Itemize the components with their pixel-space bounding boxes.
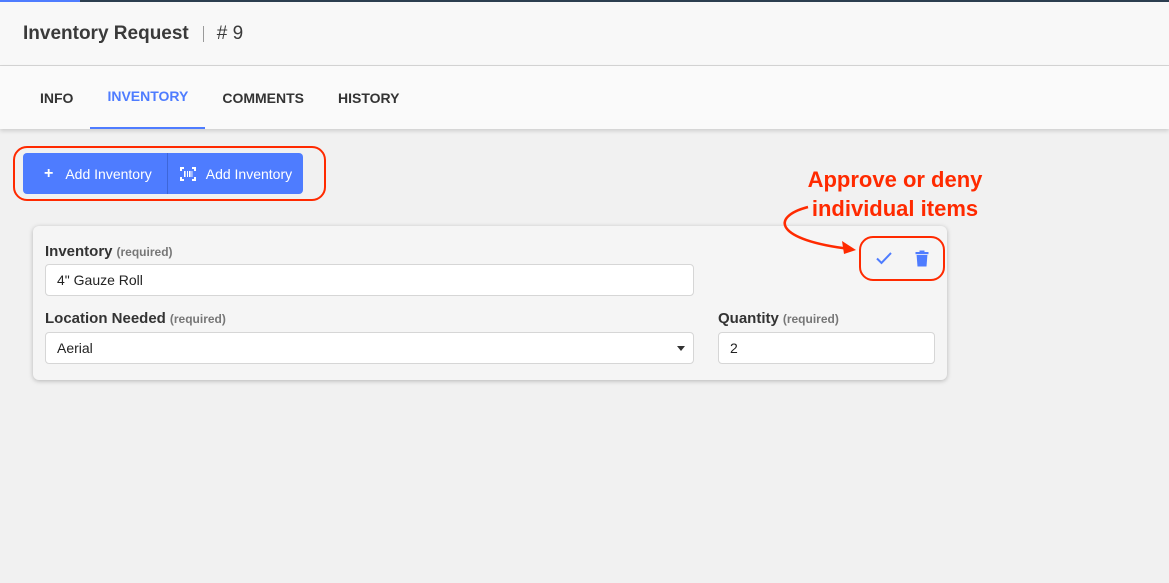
dropdown-caret-icon <box>677 346 685 351</box>
deny-item-button[interactable] <box>909 247 935 269</box>
tab-history[interactable]: HISTORY <box>321 66 416 129</box>
annotation-arrow <box>783 205 856 254</box>
tab-inventory[interactable]: INVENTORY <box>90 66 206 129</box>
request-number: # 9 <box>216 22 244 44</box>
annotation-line-1: Approve or deny <box>807 167 983 192</box>
quantity-label: Quantity (required) <box>718 310 839 327</box>
add-inventory-button-group: + Add Inventory Add Inventory <box>23 153 304 194</box>
title-divider <box>202 25 204 42</box>
add-inventory-button[interactable]: + Add Inventory <box>23 153 168 194</box>
scan-add-inventory-button[interactable]: Add Inventory <box>168 153 303 194</box>
quantity-field-value: 2 <box>730 340 738 356</box>
location-required-note: (required) <box>169 312 226 326</box>
location-select-value: Aerial <box>57 340 93 356</box>
scan-add-inventory-label: Add Inventory <box>205 165 293 182</box>
tab-history-label: HISTORY <box>338 89 400 106</box>
quantity-field[interactable]: 2 <box>718 332 935 364</box>
add-inventory-label: Add Inventory <box>65 165 152 182</box>
tab-comments[interactable]: COMMENTS <box>205 66 321 129</box>
quantity-label-text: Quantity <box>718 310 779 327</box>
tab-info[interactable]: INFO <box>23 66 90 129</box>
location-label: Location Needed (required) <box>45 310 226 327</box>
location-select[interactable]: Aerial <box>45 332 694 364</box>
tab-info-label: INFO <box>40 89 74 106</box>
quantity-required-note: (required) <box>782 312 839 326</box>
page-title: Inventory Request <box>23 22 189 44</box>
plus-icon: + <box>44 164 54 182</box>
inventory-field[interactable]: 4" Gauze Roll <box>45 264 694 296</box>
trash-icon <box>915 250 929 266</box>
barcode-scan-icon <box>179 166 196 181</box>
tab-bar: INFO INVENTORY COMMENTS HISTORY <box>0 66 1169 129</box>
item-actions <box>871 247 935 269</box>
inventory-field-value: 4" Gauze Roll <box>57 272 143 288</box>
page-header: Inventory Request # 9 <box>0 2 1169 66</box>
inventory-required-note: (required) <box>116 245 173 259</box>
tab-comments-label: COMMENTS <box>222 89 305 106</box>
location-label-text: Location Needed <box>45 310 166 327</box>
inventory-label-text: Inventory <box>45 243 113 260</box>
tab-inventory-label: INVENTORY <box>107 87 189 104</box>
inventory-label: Inventory (required) <box>45 243 173 260</box>
